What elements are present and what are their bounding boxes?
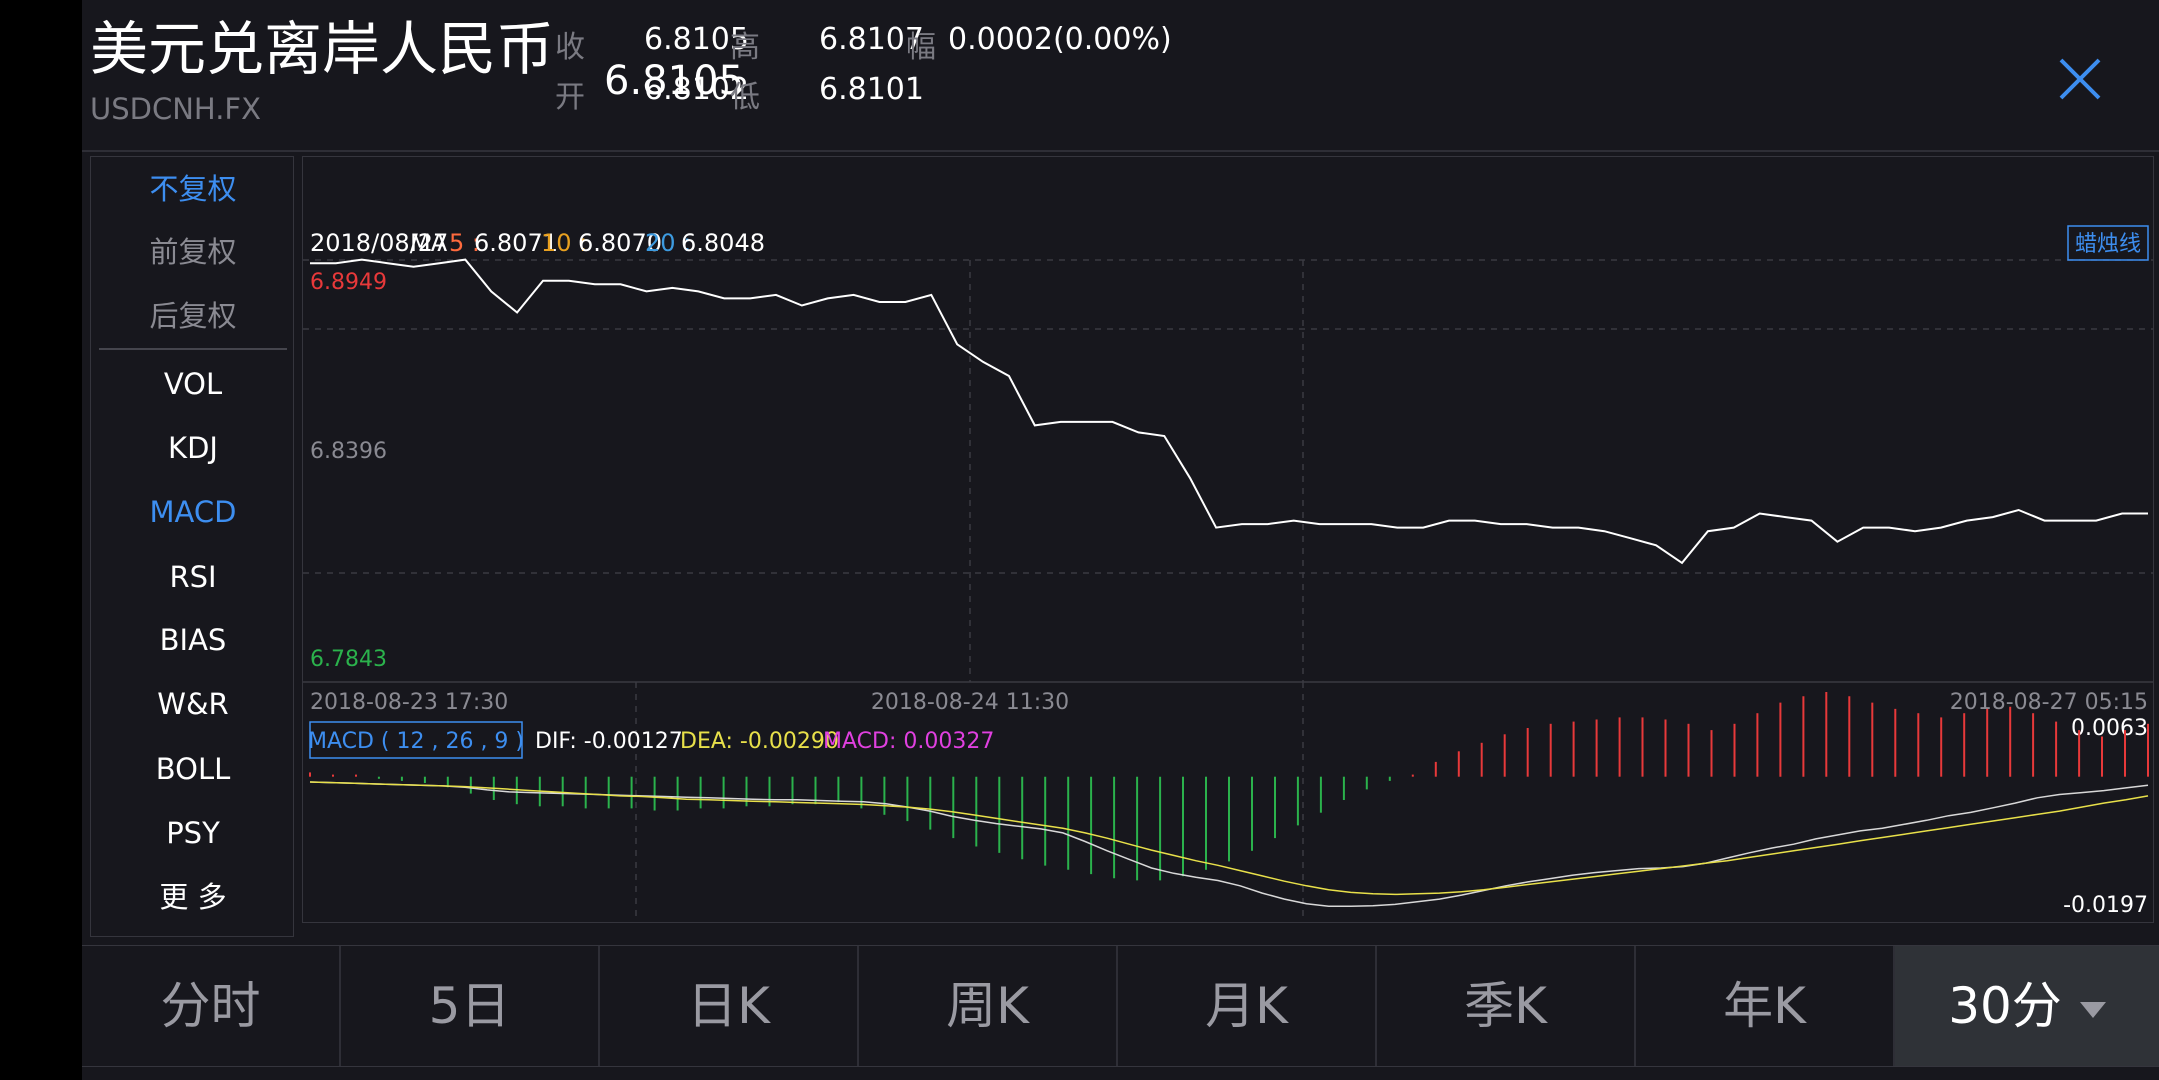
change-label: 幅: [906, 30, 936, 65]
tab-daily[interactable]: 日K: [600, 946, 859, 1066]
indicator-boll[interactable]: BOLL: [91, 749, 295, 789]
header-divider: [82, 150, 2159, 152]
period-tabs: 分时 5日 日K 周K 月K 季K 年K 30分: [82, 945, 2159, 1067]
indicator-panel: 不复权 前复权 后复权 VOL KDJ MACD RSI BIAS W&R BO…: [90, 156, 294, 937]
tab-30min-label: 30分: [1948, 977, 2062, 1035]
close-button[interactable]: [2057, 56, 2103, 102]
low-value: 6.8101: [819, 72, 924, 107]
candle-toggle-label: 蜡烛线: [2075, 232, 2141, 257]
indicator-more[interactable]: 更 多: [91, 877, 295, 917]
macd-axis-max: 0.0063: [2071, 716, 2148, 741]
tab-weekly[interactable]: 周K: [859, 946, 1118, 1066]
adjust-none[interactable]: 不复权: [91, 169, 295, 209]
ma-label: MA: [410, 229, 448, 257]
ma20-value: 6.8048: [681, 229, 765, 257]
high-label: 高: [730, 30, 760, 65]
y-axis-mid: 6.8396: [310, 439, 387, 464]
y-axis-low: 6.7843: [310, 647, 387, 672]
chevron-down-icon: [2079, 1001, 2106, 1018]
indicator-rsi[interactable]: RSI: [91, 557, 295, 597]
chart-svg: 2018/08/27 MA 5 : 6.8071 10 : 6.8070 20 …: [303, 225, 2153, 922]
price-line: [310, 258, 2148, 565]
time-label-mid: 2018-08-24 11:30: [871, 690, 1069, 715]
tab-yearly[interactable]: 年K: [1636, 946, 1895, 1066]
instrument-code: USDCNH.FX: [90, 92, 261, 126]
tab-30min[interactable]: 30分: [1895, 946, 2159, 1066]
tab-quarterly[interactable]: 季K: [1377, 946, 1636, 1066]
macd-settings-label: MACD ( 12 , 26 , 9 ): [308, 729, 524, 754]
dif-value: DIF: -0.00127: [535, 729, 683, 754]
chart-area[interactable]: 2018/08/27 MA 5 : 6.8071 10 : 6.8070 20 …: [302, 156, 2154, 923]
close-icon: [2059, 58, 2101, 100]
candle-toggle-button[interactable]: 蜡烛线: [2067, 225, 2149, 261]
indicator-vol[interactable]: VOL: [91, 364, 295, 404]
macd-settings-button[interactable]: MACD ( 12 , 26 , 9 ): [308, 721, 524, 759]
indicator-wr[interactable]: W&R: [91, 684, 295, 724]
low-label: 低: [730, 80, 760, 115]
open-label: 开: [555, 80, 585, 115]
time-label-start: 2018-08-23 17:30: [310, 690, 508, 715]
instrument-title: 美元兑离岸人民币: [90, 15, 555, 83]
indicator-macd[interactable]: MACD: [91, 492, 295, 532]
indicator-psy[interactable]: PSY: [91, 813, 295, 853]
panel-divider: [99, 348, 287, 350]
tab-monthly[interactable]: 月K: [1118, 946, 1377, 1066]
indicator-kdj[interactable]: KDJ: [91, 428, 295, 468]
adjust-forward[interactable]: 前复权: [91, 232, 295, 272]
dea-value: DEA: -0.00290: [680, 729, 839, 754]
macd-axis-min: -0.0197: [2063, 893, 2148, 918]
y-axis-high: 6.8949: [310, 270, 387, 295]
time-label-end: 2018-08-27 05:15: [1950, 690, 2148, 715]
close-label: 收: [555, 30, 585, 65]
change-value: 0.0002(0.00%): [948, 22, 1172, 57]
macd-value: MACD: 0.00327: [823, 729, 994, 754]
adjust-backward[interactable]: 后复权: [91, 296, 295, 336]
macd-histogram: [309, 692, 2149, 881]
tab-5day[interactable]: 5日: [341, 946, 600, 1066]
app-window: 美元兑离岸人民币 USDCNH.FX 6.8105 收 6.8105 开 6.8…: [82, 0, 2159, 1080]
tab-intraday[interactable]: 分时: [82, 946, 341, 1066]
indicator-bias[interactable]: BIAS: [91, 620, 295, 660]
